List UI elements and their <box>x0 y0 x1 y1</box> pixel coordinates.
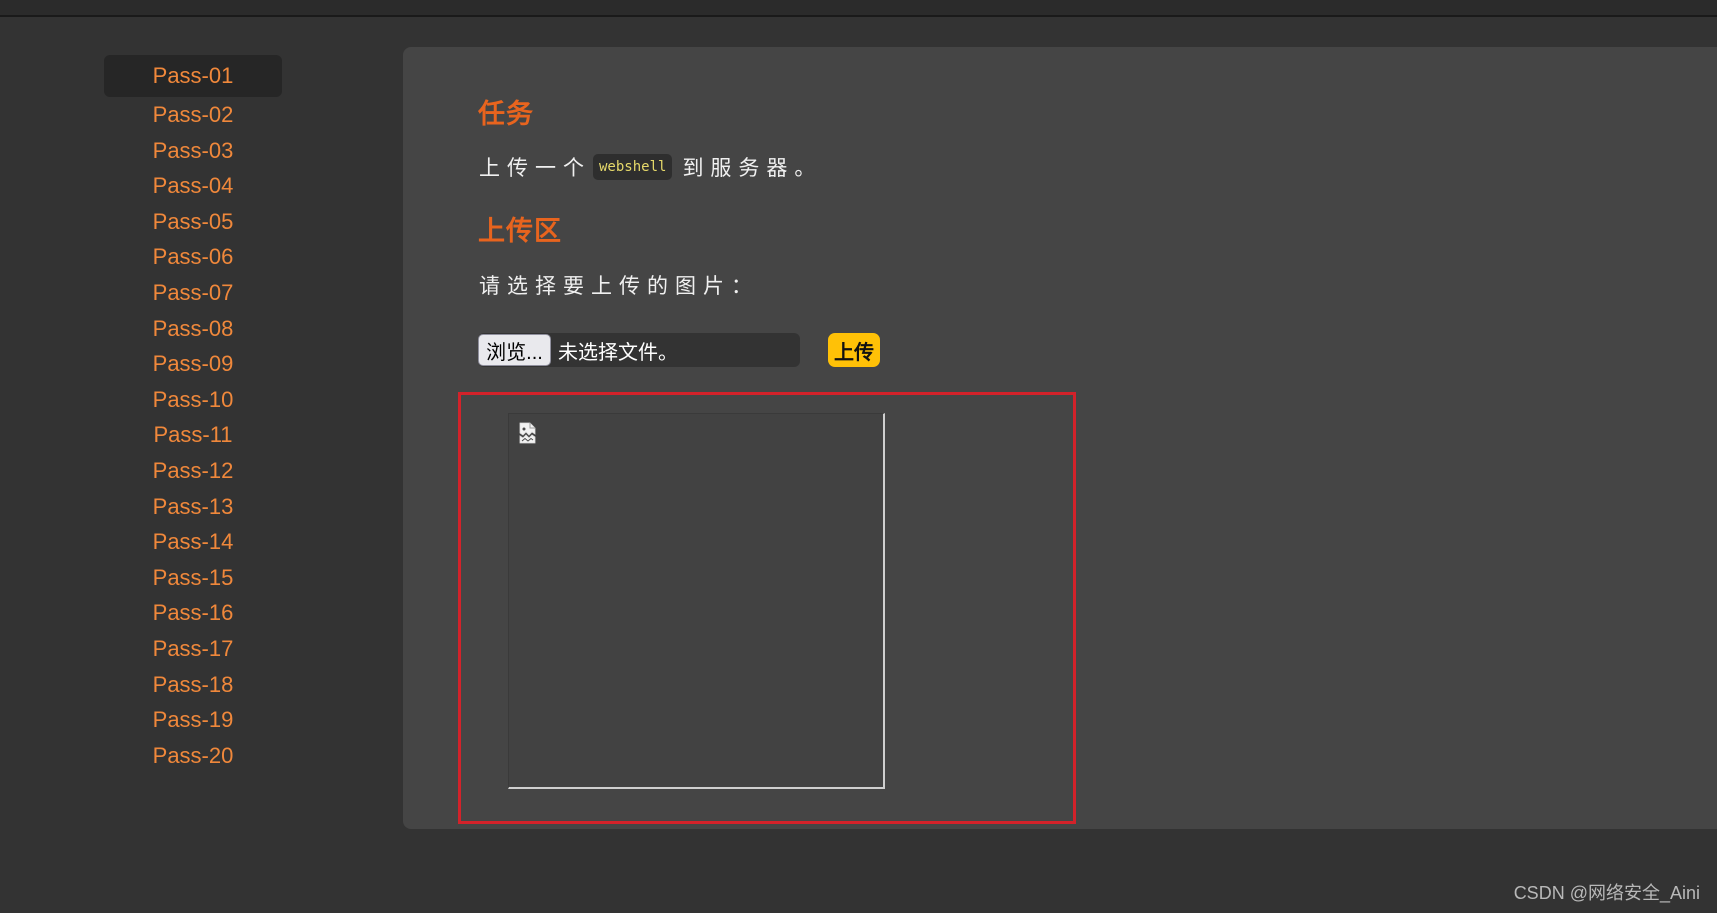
task-text-before: 上传一个 <box>479 157 591 180</box>
top-bar <box>0 0 1717 17</box>
task-description: 上传一个 webshell 到服务器。 <box>479 152 822 182</box>
file-status: 未选择文件。 <box>558 341 678 364</box>
sidebar-item-pass-19[interactable]: Pass-19 <box>104 702 282 738</box>
webshell-code: webshell <box>593 154 673 180</box>
upload-heading: 上传区 <box>478 216 562 246</box>
sidebar-item-pass-14[interactable]: Pass-14 <box>104 524 282 560</box>
watermark: CSDN @网络安全_Aini <box>1513 883 1700 903</box>
sidebar-item-pass-01[interactable]: Pass-01 <box>104 55 282 97</box>
sidebar-item-pass-13[interactable]: Pass-13 <box>104 489 282 525</box>
sidebar: Pass-01 Pass-02 Pass-03 Pass-04 Pass-05 … <box>104 55 282 773</box>
task-text-after: 到服务器。 <box>682 157 823 180</box>
browse-button[interactable]: 浏览... <box>478 334 551 366</box>
sidebar-item-pass-11[interactable]: Pass-11 <box>104 417 282 453</box>
sidebar-item-pass-05[interactable]: Pass-05 <box>104 204 282 240</box>
task-heading: 任务 <box>478 99 534 129</box>
sidebar-item-pass-17[interactable]: Pass-17 <box>104 631 282 667</box>
sidebar-item-pass-15[interactable]: Pass-15 <box>104 560 282 596</box>
sidebar-item-pass-18[interactable]: Pass-18 <box>104 667 282 703</box>
broken-image-icon <box>519 422 536 444</box>
sidebar-item-pass-06[interactable]: Pass-06 <box>104 239 282 275</box>
sidebar-item-pass-09[interactable]: Pass-09 <box>104 346 282 382</box>
sidebar-item-pass-16[interactable]: Pass-16 <box>104 595 282 631</box>
sidebar-item-pass-02[interactable]: Pass-02 <box>104 97 282 133</box>
sidebar-item-pass-10[interactable]: Pass-10 <box>104 382 282 418</box>
upload-prompt: 请选择要上传的图片： <box>479 275 759 298</box>
sidebar-item-pass-08[interactable]: Pass-08 <box>104 311 282 347</box>
sidebar-item-pass-07[interactable]: Pass-07 <box>104 275 282 311</box>
sidebar-item-pass-04[interactable]: Pass-04 <box>104 168 282 204</box>
sidebar-item-pass-12[interactable]: Pass-12 <box>104 453 282 489</box>
uploaded-image-preview <box>508 413 885 789</box>
file-input[interactable]: 浏览... 未选择文件。 <box>478 333 800 367</box>
upload-button[interactable]: 上传 <box>828 333 880 367</box>
sidebar-item-pass-20[interactable]: Pass-20 <box>104 738 282 774</box>
sidebar-item-pass-03[interactable]: Pass-03 <box>104 133 282 169</box>
